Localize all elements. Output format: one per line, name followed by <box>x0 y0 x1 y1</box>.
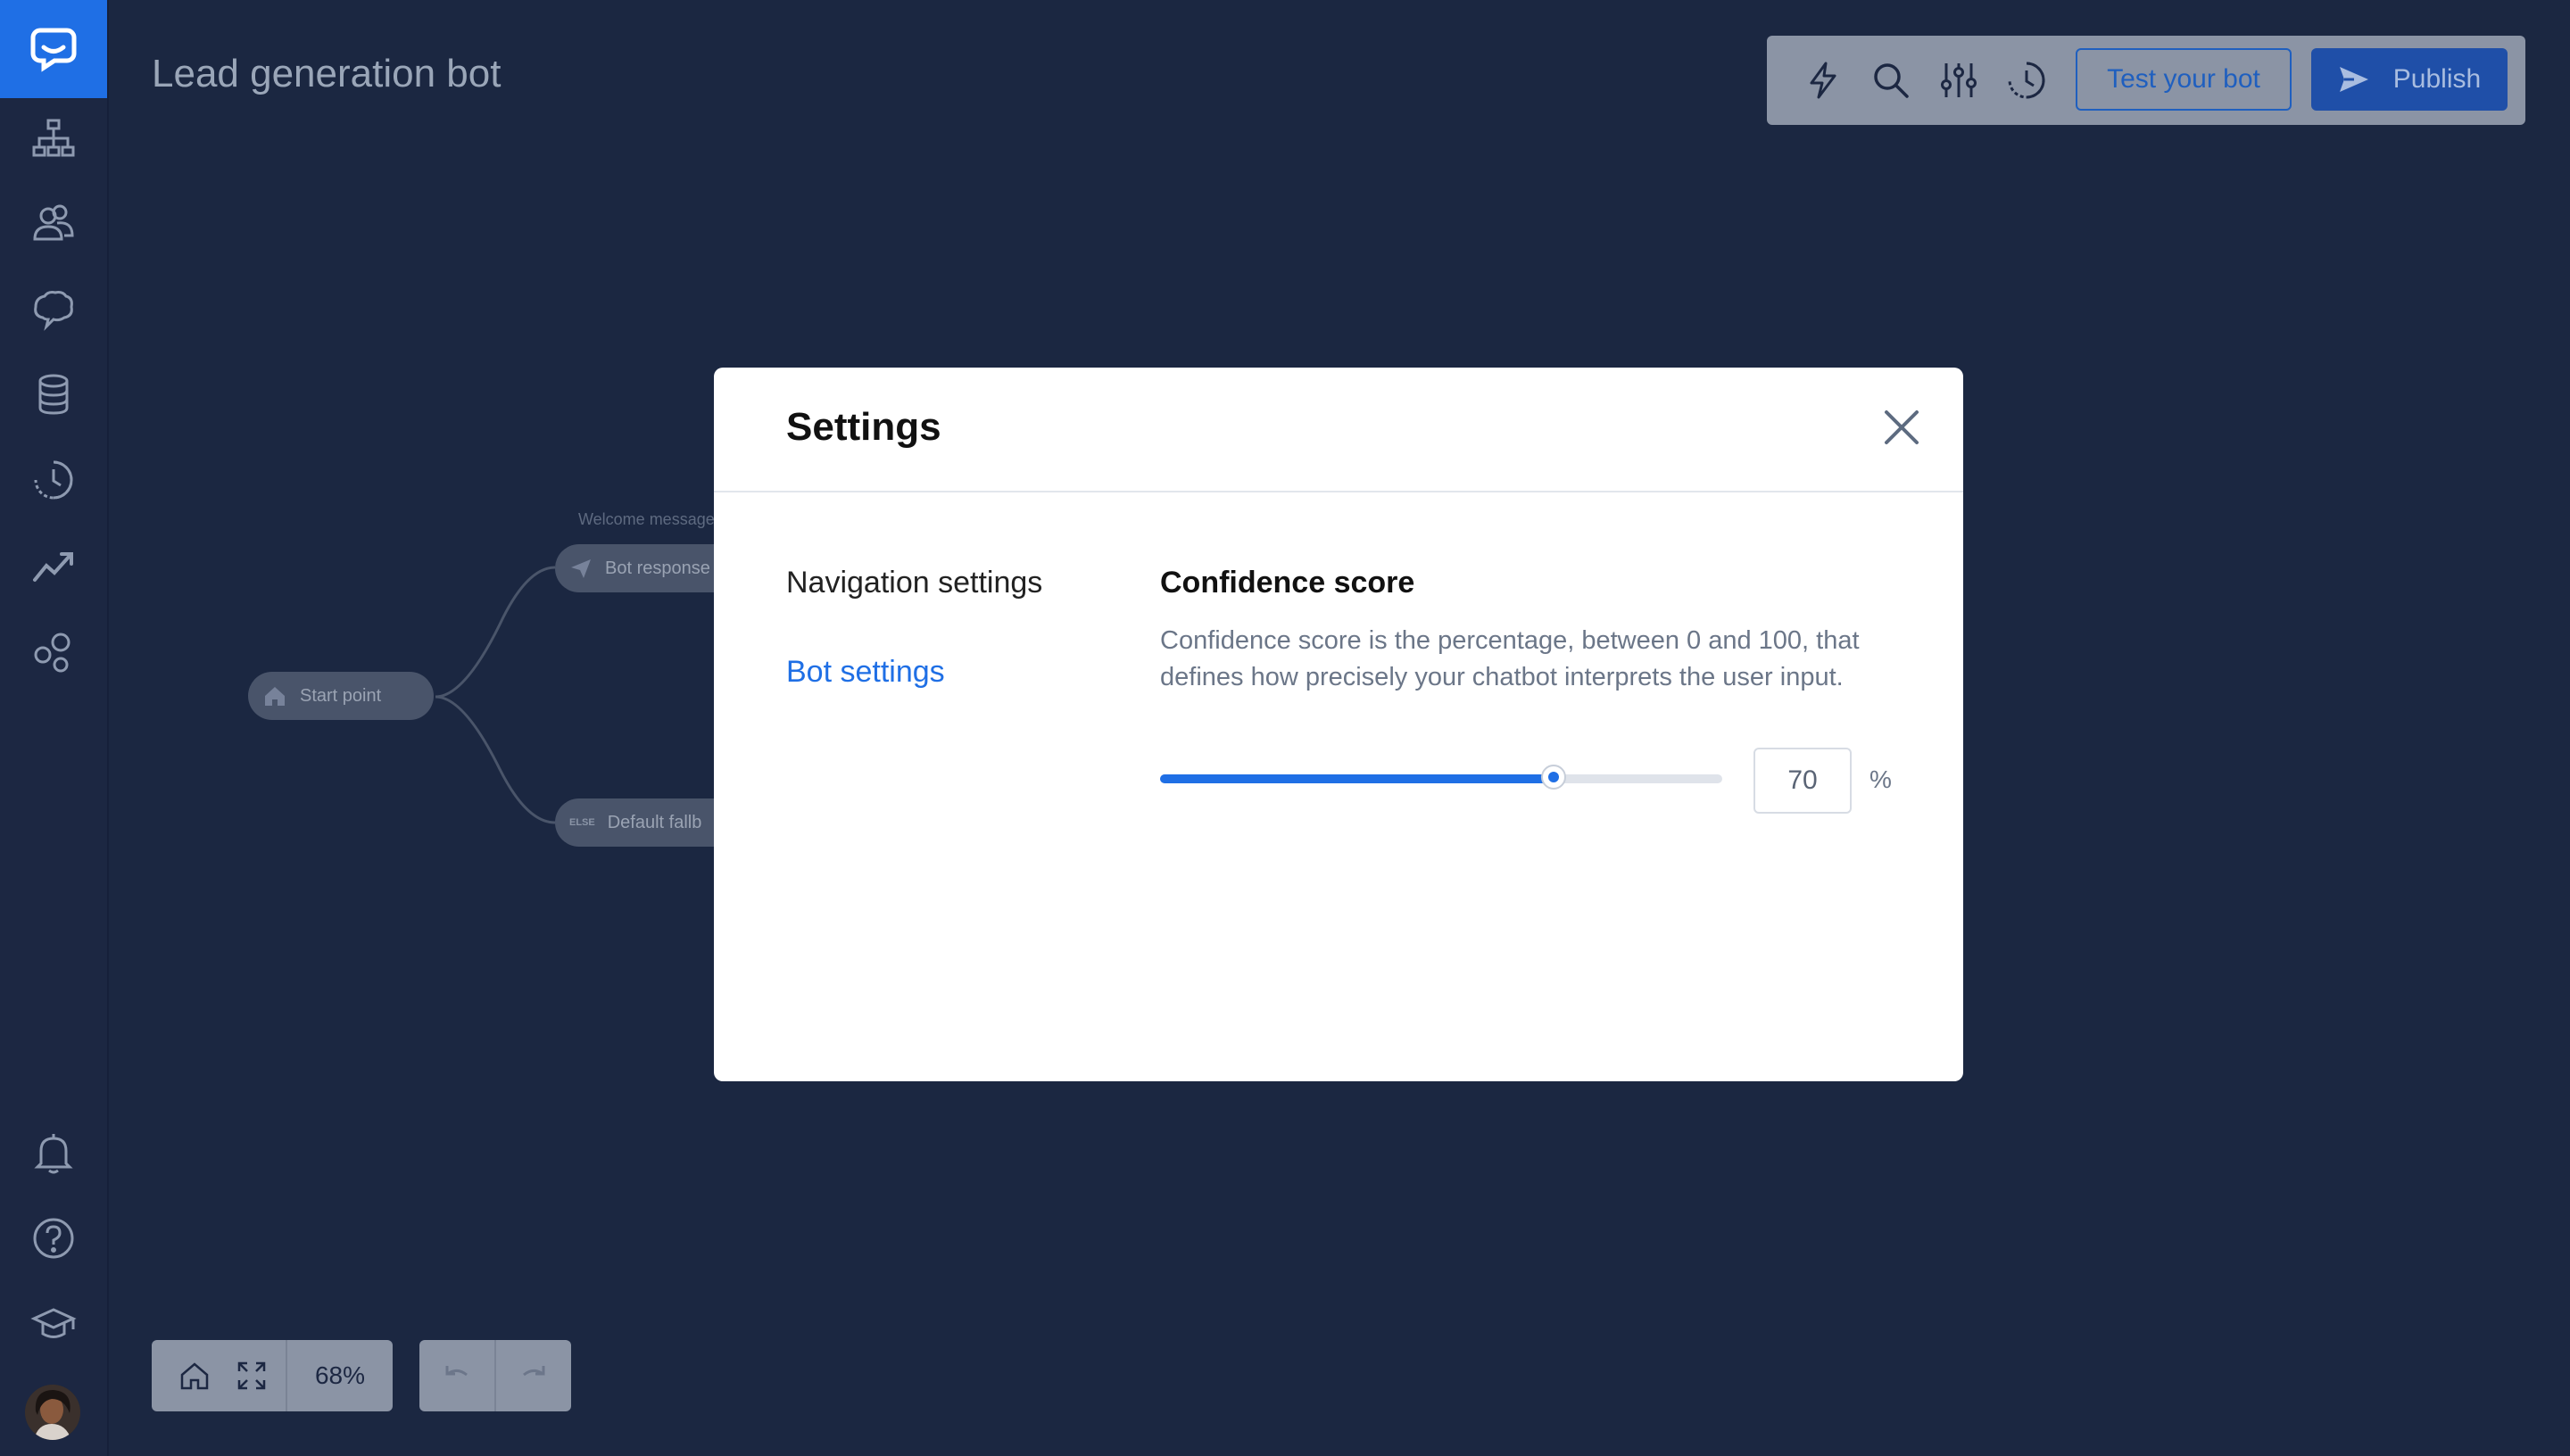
redo-icon <box>523 1366 545 1377</box>
undo-button[interactable] <box>419 1340 494 1411</box>
close-icon <box>1885 410 1919 444</box>
zoom-controls: 68% <box>152 1340 393 1411</box>
modal-title: Settings <box>786 405 941 449</box>
zoom-level-label: 68% <box>314 1361 366 1389</box>
else-tag: ELSE <box>569 817 595 828</box>
tab-navigation-settings[interactable]: Navigation settings <box>786 566 1042 600</box>
fit-screen-button[interactable] <box>225 1340 278 1411</box>
confidence-slider[interactable] <box>1160 765 1722 790</box>
slider-fill <box>1160 774 1554 783</box>
zoom-level[interactable]: 68% <box>287 1340 393 1411</box>
send-icon <box>571 559 591 578</box>
section-title: Confidence score <box>1160 566 1415 600</box>
modal-header: Settings <box>714 368 1963 492</box>
bot-response-label: Bot response <box>605 558 710 578</box>
redo-button[interactable] <box>496 1340 571 1411</box>
undo-redo-controls <box>419 1340 571 1411</box>
start-point-node[interactable]: Start point <box>248 672 434 720</box>
settings-modal: Settings Navigation settings Bot setting… <box>714 368 1963 1081</box>
expand-icon <box>237 1361 266 1390</box>
section-description: Confidence score is the percentage, betw… <box>1160 626 1860 691</box>
slider-thumb[interactable] <box>1541 765 1566 790</box>
tab-bot-settings[interactable]: Bot settings <box>786 655 945 690</box>
start-point-label: Start point <box>300 685 382 706</box>
default-fallback-label: Default fallb <box>607 812 702 832</box>
confidence-score-input[interactable] <box>1753 748 1852 814</box>
home-view-button[interactable] <box>168 1340 221 1411</box>
percent-unit: % <box>1869 765 1892 793</box>
welcome-caption: Welcome message <box>578 510 715 528</box>
home-icon <box>180 1362 209 1390</box>
home-icon <box>265 687 285 706</box>
close-button[interactable] <box>1879 405 1924 450</box>
undo-icon <box>445 1366 468 1377</box>
